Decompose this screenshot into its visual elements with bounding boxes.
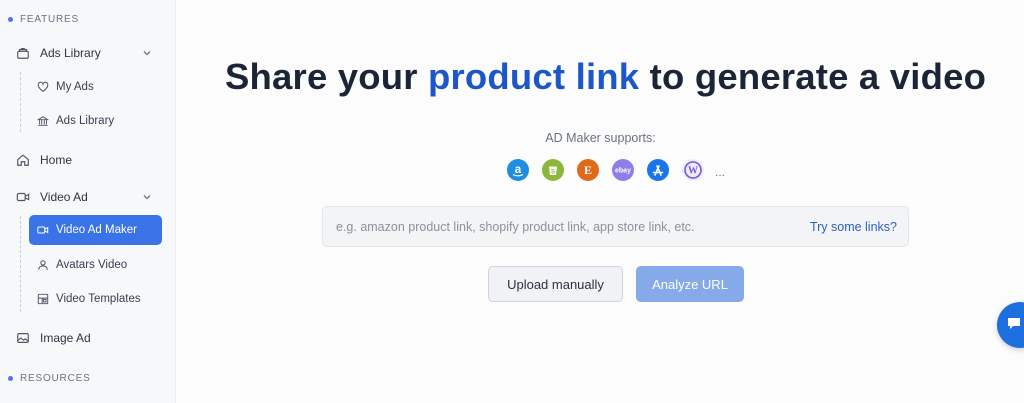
sidebar-item-video-ad-maker[interactable]: Video Ad Maker (29, 215, 162, 245)
sidebar-item-image-ad[interactable]: Image Ad (10, 323, 162, 353)
headline-pre: Share your (225, 56, 429, 97)
supports-label: AD Maker supports: (545, 131, 656, 145)
sidebar-item-label: Home (40, 153, 73, 167)
features-section-header: FEATURES (8, 14, 79, 25)
chat-button[interactable] (997, 302, 1024, 348)
sidebar-item-label: Video Ad (40, 190, 88, 204)
sidebar-item-ads-library[interactable]: Ads Library (10, 38, 162, 68)
chevron-down-icon[interactable] (142, 47, 152, 57)
sidebar: FEATURES Ads Library My Ads Ads Library (0, 0, 176, 403)
sidebar-item-my-ads[interactable]: My Ads (29, 72, 162, 102)
svg-text:a: a (515, 162, 522, 176)
home-icon (16, 153, 30, 167)
section-dot-icon (8, 376, 13, 381)
library-icon (37, 115, 49, 127)
shopify-icon: S (542, 159, 564, 181)
tree-connector (20, 72, 21, 132)
resources-label: RESOURCES (20, 373, 91, 384)
app-store-icon (647, 159, 669, 181)
try-links-link[interactable]: Try some links? (810, 220, 897, 234)
sidebar-item-label: Ads Library (40, 46, 101, 60)
user-icon (37, 259, 49, 271)
etsy-icon: E (577, 159, 599, 181)
headline-post: to generate a video (639, 56, 987, 97)
svg-text:ebay: ebay (615, 168, 631, 175)
sidebar-item-label: Ads Library (56, 115, 115, 127)
features-label: FEATURES (20, 14, 79, 25)
app-window: FEATURES Ads Library My Ads Ads Library (0, 0, 1024, 403)
chat-bubble-icon (1006, 315, 1022, 336)
ebay-icon: ebay (612, 159, 634, 181)
template-icon (37, 293, 49, 305)
more-platforms: ... (715, 165, 726, 179)
video-icon (37, 224, 49, 236)
main-content: Share your product link to generate a vi… (177, 0, 1024, 403)
headline-highlight: product link (428, 56, 640, 97)
archive-icon (16, 46, 30, 60)
wordpress-icon: W (682, 159, 704, 181)
tree-connector (20, 216, 21, 312)
sidebar-item-ads-library-sub[interactable]: Ads Library (29, 106, 162, 136)
sidebar-item-label: Video Ad Maker (56, 224, 137, 236)
sidebar-item-label: Video Templates (56, 293, 141, 305)
page-title: Share your product link to generate a vi… (225, 56, 986, 98)
sidebar-item-label: Image Ad (40, 331, 91, 345)
resources-section-header: RESOURCES (8, 373, 91, 384)
image-icon (16, 331, 30, 345)
analyze-url-button[interactable]: Analyze URL (636, 266, 744, 302)
sidebar-item-label: Avatars Video (56, 259, 128, 271)
sidebar-item-avatars-video[interactable]: Avatars Video (29, 250, 162, 280)
svg-text:E: E (584, 163, 592, 177)
sidebar-item-home[interactable]: Home (10, 145, 162, 175)
svg-text:S: S (551, 170, 555, 176)
sidebar-item-video-templates[interactable]: Video Templates (29, 284, 162, 314)
heart-icon (37, 81, 49, 93)
sidebar-item-label: My Ads (56, 81, 94, 93)
svg-text:W: W (688, 166, 698, 177)
upload-manually-button[interactable]: Upload manually (488, 266, 623, 302)
amazon-icon: a (507, 159, 529, 181)
url-input-box: Try some links? (322, 206, 909, 247)
chevron-down-icon[interactable] (142, 191, 152, 201)
sidebar-item-video-ad[interactable]: Video Ad (10, 182, 162, 212)
product-url-input[interactable] (336, 219, 776, 234)
platform-icons: a S E ebay W ... (507, 159, 725, 181)
section-dot-icon (8, 17, 13, 22)
video-camera-icon (16, 190, 30, 204)
